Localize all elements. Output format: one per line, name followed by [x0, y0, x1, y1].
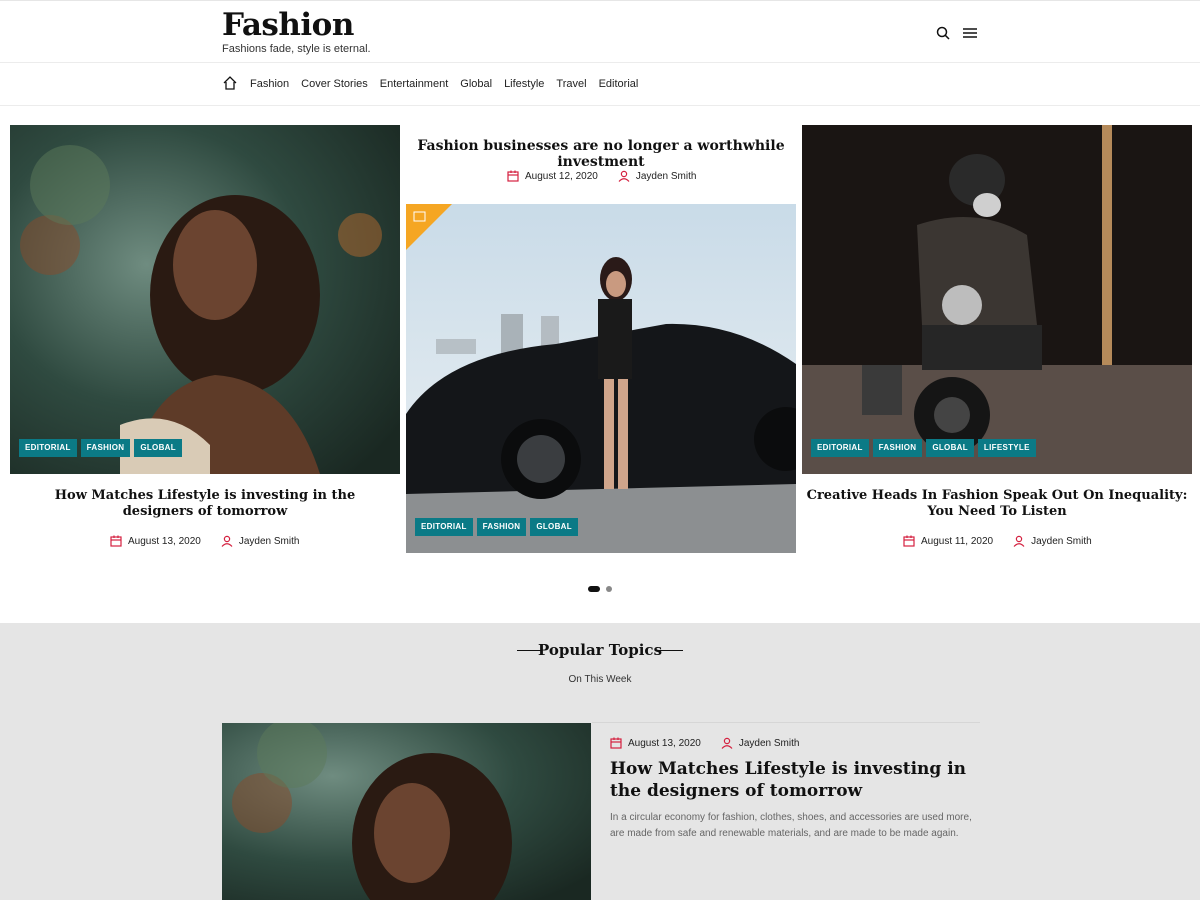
slide-2-title[interactable]: Fashion businesses are no longer a worth… [406, 138, 796, 170]
popular-post-excerpt: In a circular economy for fashion, cloth… [610, 812, 972, 839]
badge-editorial[interactable]: EDITORIAL [415, 518, 473, 536]
post-author[interactable]: Jayden Smith [1031, 536, 1092, 547]
badge-fashion[interactable]: FASHION [80, 439, 131, 457]
search-icon[interactable] [935, 25, 951, 41]
post-date[interactable]: August 13, 2020 [128, 536, 201, 547]
site-header: Fashion Fashions fade, style is eternal. [0, 0, 1200, 63]
popular-post-title[interactable]: How Matches Lifestyle is investing in th… [610, 758, 970, 802]
calendar-icon [903, 535, 915, 547]
title-rule-right [659, 650, 683, 651]
slide-2-meta: August 12, 2020 Jayden Smith [507, 170, 696, 182]
calendar-icon [507, 170, 519, 182]
slide-3-badges: EDITORIAL FASHION GLOBAL LIFESTYLE [811, 439, 1036, 457]
nav-item-lifestyle[interactable]: Lifestyle [504, 78, 544, 90]
nav-item-cover-stories[interactable]: Cover Stories [301, 78, 368, 90]
badge-global[interactable]: GLOBAL [134, 439, 182, 457]
author-icon [1013, 535, 1025, 547]
badge-fashion[interactable]: FASHION [872, 439, 923, 457]
nav-items: Fashion Cover Stories Entertainment Glob… [250, 78, 638, 90]
author-icon [618, 170, 630, 182]
post-author[interactable]: Jayden Smith [239, 536, 300, 547]
badge-global[interactable]: GLOBAL [926, 439, 974, 457]
slider-dot-1[interactable] [588, 586, 600, 592]
home-icon[interactable] [222, 75, 238, 91]
post-date[interactable]: August 11, 2020 [921, 536, 993, 547]
nav-item-global[interactable]: Global [460, 78, 492, 90]
popular-title: Popular Topics [537, 641, 663, 659]
nav-item-editorial[interactable]: Editorial [599, 78, 639, 90]
slider-pagination [588, 586, 612, 592]
post-author[interactable]: Jayden Smith [636, 171, 697, 182]
divider [592, 722, 980, 723]
nav-item-travel[interactable]: Travel [556, 78, 586, 90]
badge-global[interactable]: GLOBAL [530, 518, 578, 536]
slide-1-title[interactable]: How Matches Lifestyle is investing in th… [30, 488, 380, 520]
nav-item-fashion[interactable]: Fashion [250, 78, 289, 90]
popular-topics-section: Popular Topics On This Week August 13, 2… [0, 623, 1200, 900]
calendar-icon [610, 737, 622, 749]
post-date[interactable]: August 13, 2020 [628, 738, 701, 749]
site-tagline: Fashions fade, style is eternal. [222, 43, 371, 55]
slide-3-image[interactable] [802, 125, 1192, 474]
popular-subtitle: On This Week [568, 674, 632, 685]
slide-1-meta: August 13, 2020 Jayden Smith [110, 535, 299, 547]
badge-lifestyle[interactable]: LIFESTYLE [977, 439, 1036, 457]
author-icon [721, 737, 733, 749]
slide-2-badges: EDITORIAL FASHION GLOBAL [415, 518, 578, 536]
main-nav: Fashion Cover Stories Entertainment Glob… [0, 63, 1200, 106]
badge-editorial[interactable]: EDITORIAL [811, 439, 869, 457]
site-logo[interactable]: Fashion [222, 7, 354, 43]
badge-fashion[interactable]: FASHION [476, 518, 527, 536]
author-icon [221, 535, 233, 547]
calendar-icon [110, 535, 122, 547]
slide-2-image[interactable] [406, 204, 796, 553]
menu-icon[interactable] [962, 25, 978, 41]
popular-post-image[interactable] [222, 723, 591, 900]
post-date[interactable]: August 12, 2020 [525, 171, 598, 182]
slide-1-image[interactable] [10, 125, 400, 474]
slider-dot-2[interactable] [606, 586, 612, 592]
slide-1-badges: EDITORIAL FASHION GLOBAL [19, 439, 182, 457]
popular-post-meta: August 13, 2020 Jayden Smith [610, 737, 799, 749]
slide-3-meta: August 11, 2020 Jayden Smith [903, 535, 1092, 547]
slide-3-title[interactable]: Creative Heads In Fashion Speak Out On I… [802, 488, 1192, 520]
badge-editorial[interactable]: EDITORIAL [19, 439, 77, 457]
nav-item-entertainment[interactable]: Entertainment [380, 78, 448, 90]
post-author[interactable]: Jayden Smith [739, 738, 800, 749]
